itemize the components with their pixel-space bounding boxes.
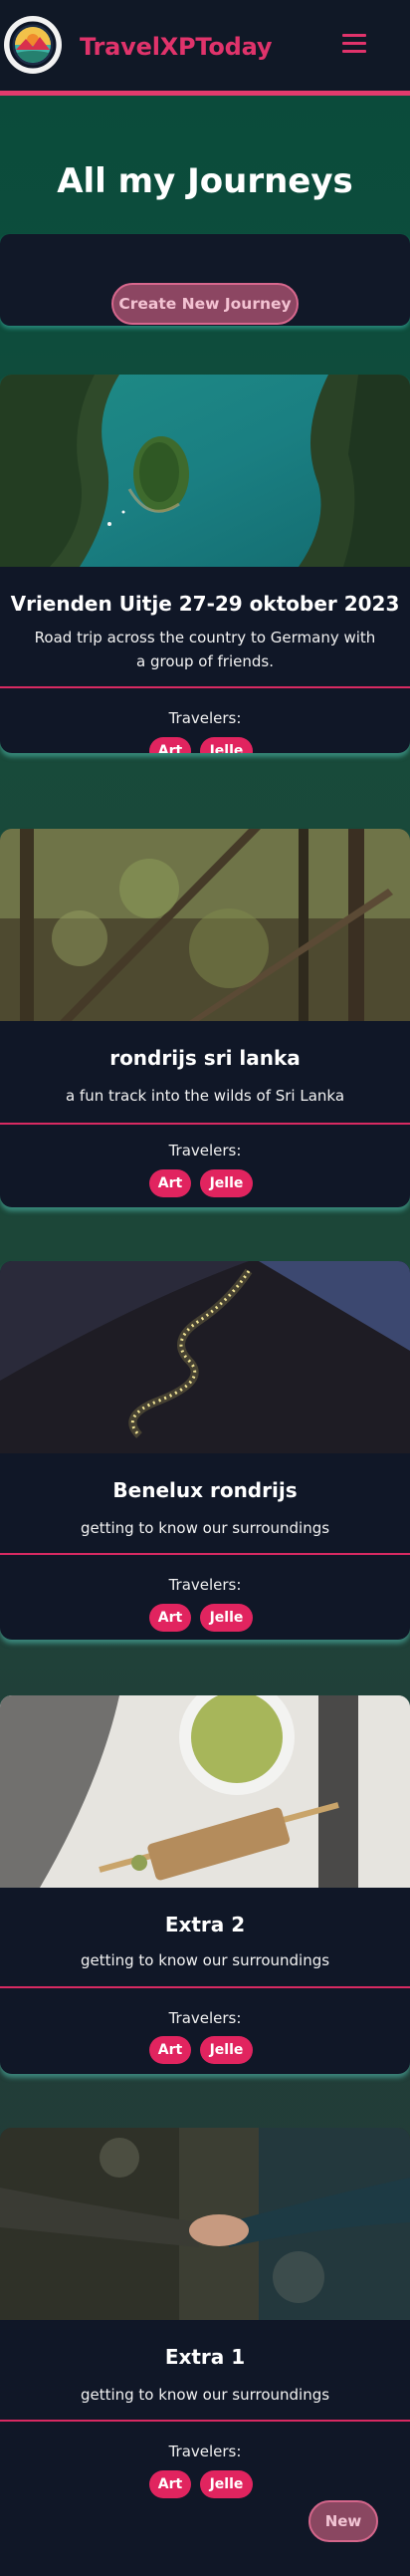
- journey-card[interactable]: rondrijs sri lanka a fun track into the …: [0, 829, 410, 1207]
- landscape-logo-icon[interactable]: [4, 16, 62, 74]
- traveler-chip[interactable]: Jelle: [200, 737, 253, 753]
- divider: [0, 1986, 410, 1988]
- traveler-chip[interactable]: Art: [149, 1604, 191, 1632]
- traveler-chip[interactable]: Jelle: [200, 1604, 253, 1632]
- journey-card[interactable]: Benelux rondrijs getting to know our sur…: [0, 1261, 410, 1640]
- journey-title: Benelux rondrijs: [112, 1478, 298, 1502]
- travelers-label: Travelers:: [168, 2009, 242, 2027]
- travelers-label: Travelers:: [168, 2443, 242, 2460]
- journey-description: Road trip across the country to Germany …: [34, 629, 376, 670]
- journey-image-forest: [0, 829, 410, 1021]
- journey-title: Vrienden Uitje 27-29 oktober 2023: [10, 592, 400, 616]
- journey-description: getting to know our surroundings: [80, 2386, 330, 2404]
- journey-card[interactable]: Vrienden Uitje 27-29 oktober 2023 Road t…: [0, 375, 410, 753]
- journey-description: getting to know our surroundings: [80, 1519, 330, 1537]
- travelers-label: Travelers:: [168, 1142, 242, 1159]
- journey-card[interactable]: Extra 2 getting to know our surroundings…: [0, 1695, 410, 2074]
- divider: [0, 1553, 410, 1555]
- hamburger-menu-icon[interactable]: [338, 32, 368, 56]
- travelers-label: Travelers:: [168, 1576, 242, 1594]
- traveler-chip[interactable]: Jelle: [200, 2470, 253, 2498]
- traveler-chip[interactable]: Art: [149, 1169, 191, 1197]
- journey-title: rondrijs sri lanka: [109, 1046, 301, 1070]
- traveler-chip[interactable]: Art: [149, 2470, 191, 2498]
- journey-description: a fun track into the wilds of Sri Lanka: [65, 1087, 345, 1105]
- app-header: TravelXPToday: [0, 0, 410, 96]
- travelers-label: Travelers:: [168, 709, 242, 727]
- traveler-chip[interactable]: Art: [149, 737, 191, 753]
- new-journey-button[interactable]: New: [308, 2500, 378, 2542]
- journey-title: Extra 1: [164, 2345, 246, 2369]
- brand-title[interactable]: TravelXPToday: [80, 33, 273, 61]
- divider: [0, 686, 410, 688]
- journey-image-holding-hands: [0, 2128, 410, 2320]
- traveler-chip[interactable]: Jelle: [200, 1169, 253, 1197]
- journey-description: getting to know our surroundings: [80, 1951, 330, 1969]
- traveler-chip[interactable]: Jelle: [200, 2036, 253, 2064]
- page-title: All my Journeys: [57, 161, 353, 201]
- journey-title: Extra 2: [164, 1913, 246, 1936]
- divider: [0, 1123, 410, 1125]
- journey-image-night-trail: [0, 1261, 410, 1453]
- divider: [0, 2420, 410, 2422]
- journey-image-matcha: [0, 1695, 410, 1888]
- traveler-chip[interactable]: Art: [149, 2036, 191, 2064]
- create-journey-button[interactable]: Create New Journey: [111, 283, 299, 325]
- journey-image-river-aerial: [0, 375, 410, 567]
